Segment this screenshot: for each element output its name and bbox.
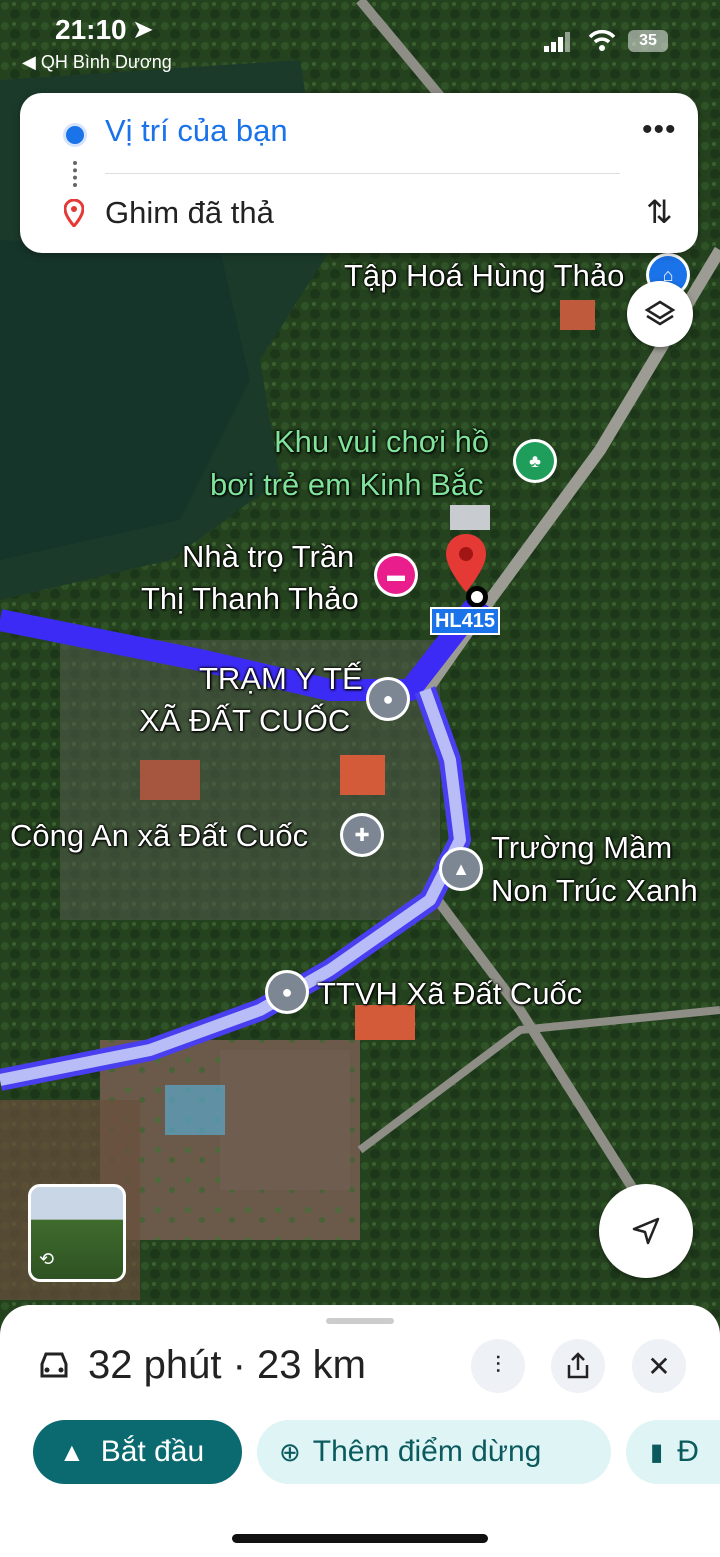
swap-icon[interactable]: ⇅ [646,193,673,231]
location-dot-icon[interactable]: ● [369,680,407,718]
share-button[interactable] [551,1339,605,1393]
layers-icon [644,300,676,326]
add-location-icon: ⊕ [279,1436,301,1467]
sheet-handle[interactable] [326,1318,394,1324]
origin-dot-icon [63,123,87,147]
location-dot-icon[interactable]: ● [268,973,306,1011]
poi-label-culture[interactable]: TTVH Xã Đất Cuốc [317,976,582,1012]
street-view-thumbnail[interactable]: ⟲ [28,1184,126,1282]
location-arrow-icon: ➤ [132,14,154,44]
divider [105,173,620,174]
close-icon: ✕ [647,1350,671,1382]
bookmark-icon: ▮ [650,1438,664,1466]
road-shield: HL415 [430,607,500,635]
route-dots-icon [73,161,81,187]
poi-label-guesthouse-2[interactable]: Thị Thanh Thảo [141,581,359,617]
street-view-icon: ⟲ [39,1249,55,1269]
home-indicator[interactable] [232,1534,488,1543]
start-button-label: Bắt đầu [100,1435,205,1468]
close-button[interactable]: ✕ [632,1339,686,1393]
add-stop-button[interactable]: ⊕ Thêm điểm dừng [257,1420,611,1484]
pin-icon [64,199,84,227]
bed-icon[interactable]: ▬ [377,556,415,594]
share-icon [567,1352,589,1379]
sliders-icon: ⫶ [495,1352,501,1379]
navigation-icon: ▲ [59,1436,85,1467]
layers-button[interactable] [627,281,693,347]
back-to-app-link[interactable]: ◀ QH Bình Dương [22,52,172,73]
poi-label-school-1[interactable]: Trường Mầm [491,830,672,866]
poi-label-school-2[interactable]: Non Trúc Xanh [491,873,698,909]
save-button[interactable]: ▮ Đ [626,1420,720,1484]
poi-label-playground-2[interactable]: bơi trẻ em Kinh Bắc [210,467,484,503]
route-options-button[interactable]: ⫶ [471,1339,525,1393]
recenter-button[interactable] [599,1184,693,1278]
origin-field[interactable]: Vị trí của bạn [105,113,288,149]
destination-field[interactable]: Ghim đã thả [105,195,274,231]
duration-distance: 32 phút · 23 km [88,1343,366,1387]
navigation-arrow-icon [632,1217,660,1245]
battery-indicator: 35 [628,30,668,52]
police-icon[interactable]: ✚ [343,816,381,854]
save-label: Đ [677,1435,699,1468]
more-options-icon[interactable]: ••• [642,113,677,147]
poi-label-police[interactable]: Công An xã Đất Cuốc [10,818,308,854]
signal-icon [544,32,570,52]
poi-label-playground-1[interactable]: Khu vui chơi hồ [274,424,489,460]
poi-label-health-2[interactable]: XÃ ĐẤT CUỐC [139,703,350,739]
add-stop-label: Thêm điểm dừng [312,1435,542,1468]
wifi-icon [588,29,616,51]
poi-label-guesthouse-1[interactable]: Nhà trọ Trần [182,539,354,575]
tree-icon[interactable]: ♣ [516,442,554,480]
destination-marker [466,586,488,608]
directions-card: Vị trí của bạn Ghim đã thả ••• ⇅ [20,93,698,253]
status-time: 21:10 [55,14,127,45]
poi-label-health-1[interactable]: TRẠM Y TẾ [199,661,363,697]
start-button[interactable]: ▲ Bắt đầu [33,1420,242,1484]
car-icon [40,1352,68,1378]
poi-label-grocery[interactable]: Tập Hoá Hùng Thảo [344,258,624,294]
status-bar: 21:10 ➤ ◀ QH Bình Dương 35 [0,0,720,80]
school-icon[interactable]: ▲ [442,850,480,888]
